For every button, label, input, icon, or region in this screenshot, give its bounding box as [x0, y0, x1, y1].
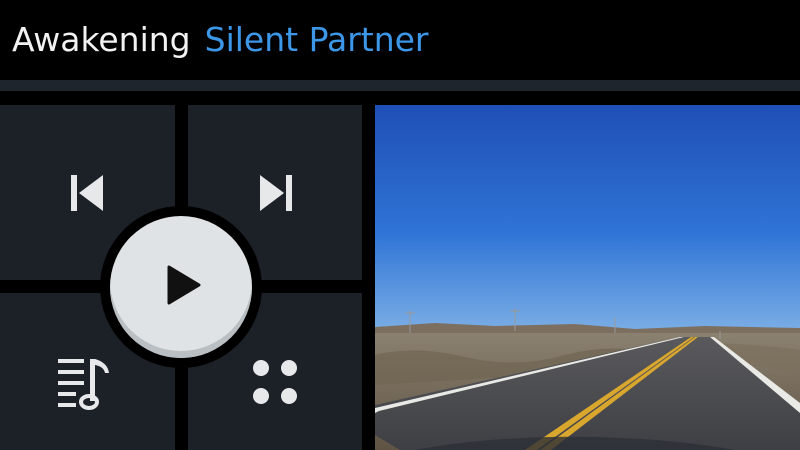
track-title: Awakening [12, 20, 191, 59]
music-queue-icon [57, 358, 109, 410]
header-divider [0, 80, 800, 91]
apps-grid-icon [253, 359, 297, 404]
skip-previous-icon [70, 174, 103, 211]
artist-name: Silent Partner [204, 20, 429, 59]
play-icon [167, 265, 201, 305]
album-art-image [375, 105, 800, 450]
now-playing-title: Awakening Silent Partner [12, 18, 429, 62]
skip-next-icon [260, 174, 292, 211]
play-button[interactable] [110, 216, 252, 358]
album-art [375, 105, 800, 450]
now-playing-header: Awakening Silent Partner [0, 0, 800, 80]
